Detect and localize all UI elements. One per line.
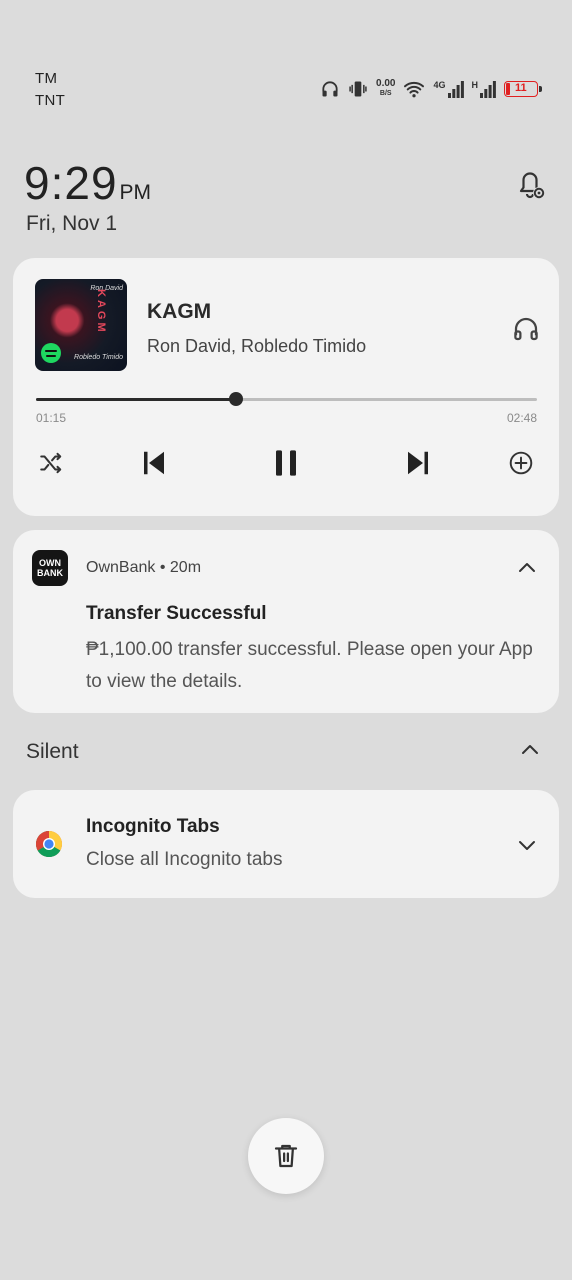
status-icons: 0.00 B/S 4G H 11 <box>320 76 542 102</box>
notification-body: ₱1,100.00 transfer successful. Please op… <box>86 639 533 692</box>
total-time: 02:48 <box>506 411 537 425</box>
silent-section-header: Silent <box>26 740 79 763</box>
collapse-button[interactable] <box>515 556 539 580</box>
next-button[interactable] <box>398 443 438 483</box>
carrier-1: TM <box>35 70 58 87</box>
pause-icon <box>276 450 296 476</box>
pause-button[interactable] <box>266 443 306 483</box>
network-speed: 0.00 B/S <box>376 78 396 98</box>
chevron-up-icon <box>522 745 538 754</box>
skip-next-icon <box>408 451 428 475</box>
shuffle-button[interactable] <box>31 443 71 483</box>
add-circle-icon <box>509 451 533 475</box>
notification-chrome-incognito[interactable]: Incognito Tabs Close all Incognito tabs <box>13 790 559 898</box>
song-artist: Ron David, Robledo Timido <box>147 336 367 356</box>
battery-level: 11 <box>515 82 527 94</box>
sim2-network-type: H <box>471 80 479 90</box>
signal-icon <box>480 80 496 98</box>
album-art-title: KAGM <box>95 289 107 335</box>
clock-time: 9:29 <box>24 157 118 209</box>
ownbank-app-icon: OWN BANK <box>32 550 68 586</box>
headphones-icon <box>320 79 340 99</box>
notification-app-name: OwnBank • 20m <box>86 559 202 576</box>
notification-settings-button[interactable] <box>510 164 550 204</box>
carrier-2: TNT <box>35 92 66 109</box>
chevron-up-icon <box>519 563 535 572</box>
spotify-icon <box>41 343 61 363</box>
song-title: KAGM <box>147 300 212 323</box>
clear-all-button[interactable] <box>248 1118 324 1194</box>
signal-icon <box>447 80 464 98</box>
seek-bar-thumb[interactable] <box>229 392 244 406</box>
notification-body: Close all Incognito tabs <box>86 849 283 870</box>
elapsed-time: 01:15 <box>36 411 67 425</box>
shuffle-icon <box>40 452 62 474</box>
notification-title: Transfer Successful <box>86 603 267 624</box>
notification-title: Incognito Tabs <box>86 816 220 837</box>
chrome-icon <box>35 830 63 858</box>
silent-collapse-button[interactable] <box>518 738 542 762</box>
media-player-card[interactable]: Ron David KAGM Robledo Timido KAGM Ron D… <box>13 258 559 516</box>
clock: 9:29PM <box>24 156 151 210</box>
album-art-text-bottom: Robledo Timido <box>74 354 123 361</box>
battery-icon: 11 <box>504 81 542 97</box>
date: Fri, Nov 1 <box>26 212 118 235</box>
notification-ownbank[interactable]: OWN BANK OwnBank • 20m Transfer Successf… <box>13 530 559 713</box>
previous-button[interactable] <box>134 443 174 483</box>
bell-settings-icon <box>519 172 545 199</box>
wifi-icon <box>403 80 425 98</box>
clock-ampm: PM <box>119 181 152 204</box>
sim1-network-type: 4G <box>433 80 446 90</box>
seek-bar[interactable] <box>36 392 537 406</box>
vibrate-icon <box>348 79 368 99</box>
album-art: Ron David KAGM Robledo Timido <box>35 279 127 371</box>
expand-button[interactable] <box>515 833 539 857</box>
seek-bar-progress <box>36 398 237 401</box>
chevron-down-icon <box>519 841 535 850</box>
output-device-button[interactable] <box>511 314 541 344</box>
headphones-icon <box>514 317 538 341</box>
trash-icon <box>274 1144 298 1168</box>
add-to-library-button[interactable] <box>501 443 541 483</box>
skip-previous-icon <box>144 451 164 475</box>
